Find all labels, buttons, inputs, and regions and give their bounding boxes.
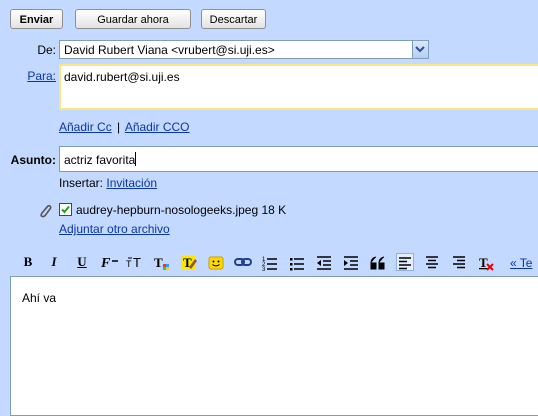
bold-button[interactable]: B [19, 253, 37, 271]
from-value: David Rubert Viana <vrubert@si.uji.es> [64, 43, 275, 57]
highlight-color-icon[interactable]: T [180, 253, 198, 271]
to-value: david.rubert@si.uji.es [64, 70, 180, 84]
add-bcc-link[interactable]: Añadir CCO [125, 120, 190, 134]
bulleted-list-icon[interactable] [288, 253, 306, 271]
attachment-info: audrey-hepburn-nosologeeks.jpeg 18 K [76, 203, 286, 217]
insert-row: Insertar: Invitación [59, 176, 157, 190]
remove-formatting-icon[interactable]: T [477, 253, 495, 271]
attachment-filename: audrey-hepburn-nosologeeks.jpeg [76, 203, 259, 217]
to-label-link[interactable]: Para: [20, 69, 56, 83]
underline-button[interactable]: U [73, 253, 91, 271]
attachment-size: 18 K [261, 203, 287, 217]
link-icon[interactable] [234, 253, 252, 271]
cc-separator: | [117, 120, 121, 134]
message-body[interactable]: Ahí va [10, 276, 538, 416]
chevron-down-icon[interactable] [412, 41, 428, 58]
subject-input[interactable]: actriz favorita [59, 146, 538, 172]
body-text: Ahí va [22, 291, 57, 305]
insert-label: Insertar: [59, 176, 104, 190]
svg-text:T: T [133, 255, 141, 269]
paperclip-icon [37, 203, 53, 222]
save-now-button[interactable]: Guardar ahora [75, 9, 191, 29]
add-cc-link[interactable]: Añadir Cc [59, 120, 112, 134]
to-input[interactable]: david.rubert@si.uji.es [59, 64, 538, 110]
insert-invitation-link[interactable]: Invitación [106, 176, 157, 190]
subject-label: Asunto: [10, 153, 56, 167]
svg-text:T: T [154, 255, 163, 270]
emoticon-icon[interactable] [207, 253, 225, 271]
numbered-list-icon[interactable]: 123 [261, 253, 279, 271]
attachment-checkbox[interactable] [59, 203, 72, 216]
from-label: De: [37, 43, 56, 57]
discard-button[interactable]: Descartar [201, 9, 266, 29]
from-select[interactable]: David Rubert Viana <vrubert@si.uji.es> [59, 40, 429, 59]
subject-value: actriz favorita [64, 152, 137, 167]
font-icon[interactable]: F [99, 253, 121, 271]
svg-text:T: T [126, 259, 132, 269]
attach-another-file-link[interactable]: Adjuntar otro archivo [59, 222, 170, 236]
send-button[interactable]: Enviar [10, 9, 63, 29]
align-left-icon[interactable] [396, 253, 414, 271]
text-color-icon[interactable]: T [153, 253, 171, 271]
indent-icon[interactable] [342, 253, 360, 271]
outdent-icon[interactable] [315, 253, 333, 271]
svg-text:3: 3 [262, 267, 266, 271]
align-center-icon[interactable] [423, 253, 441, 271]
svg-text:T: T [479, 255, 488, 270]
align-right-icon[interactable] [450, 253, 468, 271]
cc-links: Añadir Cc | Añadir CCO [59, 120, 190, 134]
svg-text:F: F [100, 256, 111, 269]
italic-button[interactable]: I [45, 253, 63, 271]
quote-icon[interactable] [369, 253, 387, 271]
plain-text-link[interactable]: « Te [510, 256, 532, 270]
font-size-icon[interactable]: TT [125, 253, 147, 271]
